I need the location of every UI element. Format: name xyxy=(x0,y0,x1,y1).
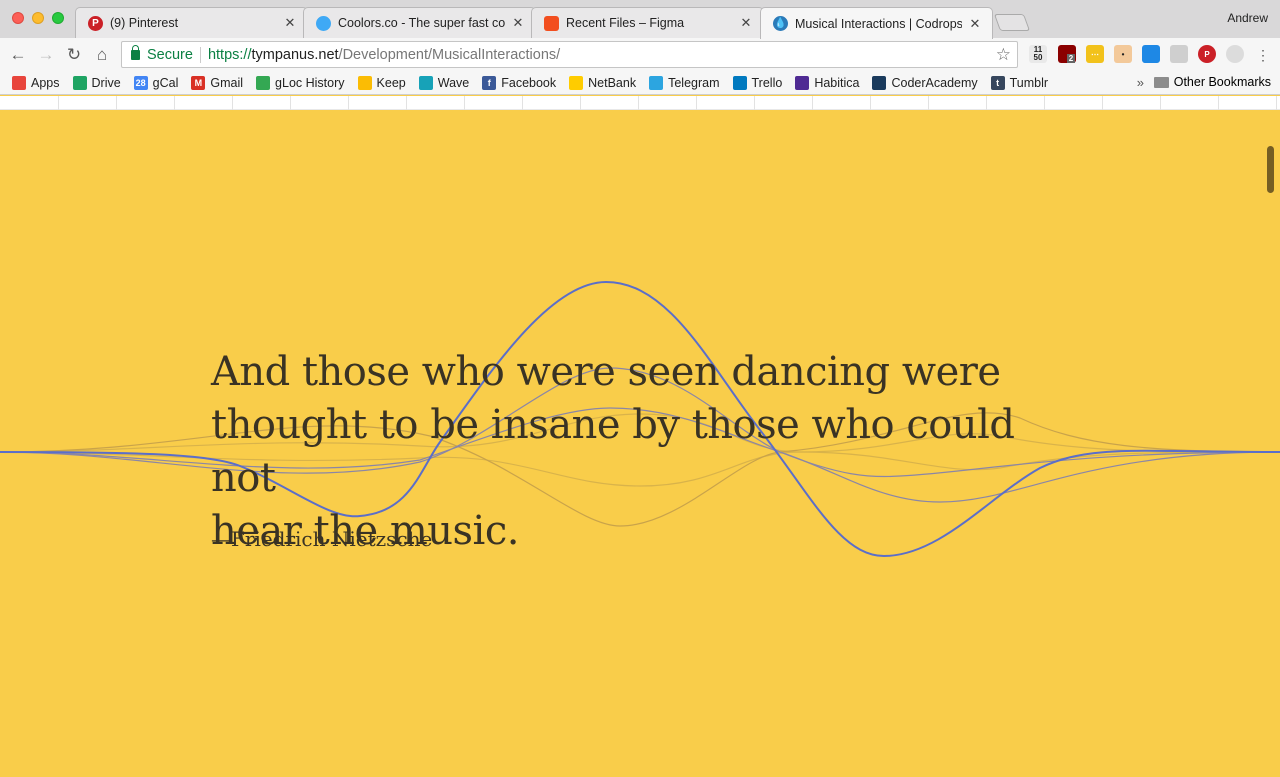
gmail-icon: M xyxy=(191,75,206,90)
bookmark-gcal[interactable]: 28 gCal xyxy=(133,75,179,90)
tab-label: Recent Files – Figma xyxy=(566,16,685,30)
coolors-icon xyxy=(316,15,331,31)
address-separator xyxy=(199,46,201,63)
maximize-window-button[interactable] xyxy=(52,12,64,24)
bookmarks-bar: Apps Drive 28 gCal M Gmail gLoc History Keep Wav… xyxy=(0,71,1280,95)
tab-label: Musical Interactions | Codrops xyxy=(795,16,962,31)
tab-figma[interactable]: Recent Files – Figma ✕ xyxy=(531,7,764,38)
coderacademy-icon xyxy=(872,75,887,90)
pinterest-extension-icon[interactable]: P xyxy=(1198,45,1216,63)
date-bottom: 50 xyxy=(1033,53,1043,62)
habitica-icon xyxy=(795,75,810,90)
bookmark-label: Keep xyxy=(376,75,406,90)
apps-grid-icon xyxy=(12,75,26,90)
url-protocol: https:// xyxy=(207,46,252,63)
tab-close-icon[interactable]: ✕ xyxy=(968,16,982,32)
bookmark-gloc-history[interactable]: gLoc History xyxy=(256,75,345,90)
bookmark-habitica[interactable]: Habitica xyxy=(795,75,860,90)
bookmark-label: gLoc History xyxy=(275,75,345,90)
new-tab-button[interactable] xyxy=(993,14,1031,31)
cloud-extension-icon[interactable] xyxy=(1170,45,1188,63)
tab-pinterest[interactable]: P (9) Pinterest ✕ xyxy=(75,7,308,38)
bookmark-telegram[interactable]: Telegram xyxy=(649,75,720,90)
bookmark-label: gCal xyxy=(152,75,179,90)
bookmark-label: Gmail xyxy=(210,75,244,90)
quote-line: thought to be insane by those who could … xyxy=(211,402,1015,501)
date-extension-icon[interactable]: 11 50 xyxy=(1029,45,1047,63)
menu-kebab-icon[interactable]: ⋮ xyxy=(1252,44,1274,66)
tumblr-icon: t xyxy=(990,75,1005,90)
tab-close-icon[interactable]: ✕ xyxy=(283,15,297,31)
netbank-icon xyxy=(569,75,584,90)
facebook-icon: f xyxy=(482,75,497,90)
tab-label: (9) Pinterest xyxy=(110,16,179,30)
minimize-window-button[interactable] xyxy=(32,12,44,24)
bookmark-label: Drive xyxy=(91,75,121,90)
bookmark-star-icon[interactable]: ☆ xyxy=(996,45,1011,65)
folder-icon xyxy=(1153,76,1169,88)
trello-icon xyxy=(732,75,747,90)
secure-label: Secure xyxy=(147,46,193,63)
bookmark-label: Trello xyxy=(751,75,783,90)
quote-line: And those who were seen dancing were xyxy=(211,349,1001,395)
tab-close-icon[interactable]: ✕ xyxy=(739,15,753,31)
profile-name[interactable]: Andrew xyxy=(1227,11,1268,25)
home-icon[interactable]: ⌂ xyxy=(91,44,113,66)
lock-icon xyxy=(131,44,140,60)
bookmark-coderacademy[interactable]: CoderAcademy xyxy=(872,75,978,90)
codrops-icon: 💧 xyxy=(773,16,788,31)
url-path: /Development/MusicalInteractions/ xyxy=(338,46,561,63)
bookmark-netbank[interactable]: NetBank xyxy=(569,75,637,90)
bookmark-tumblr[interactable]: t Tumblr xyxy=(990,75,1049,90)
bookmark-label: Habitica xyxy=(814,75,860,90)
bookmark-keep[interactable]: Keep xyxy=(357,75,406,90)
bookmark-label: Facebook xyxy=(501,75,557,90)
tab-coolors[interactable]: Coolors.co - The super fast color scheme… xyxy=(303,7,536,38)
forward-arrow-icon[interactable]: → xyxy=(35,44,57,66)
window-extension-icon[interactable] xyxy=(1142,45,1160,63)
tab-strip: P (9) Pinterest ✕ Coolors.co - The super… xyxy=(0,0,1280,39)
more-bookmarks-chevron-icon[interactable]: » xyxy=(1137,75,1144,90)
close-window-button[interactable] xyxy=(12,12,24,24)
quote-author: —Friedrich Nietzsche xyxy=(211,527,433,551)
google-keep-icon xyxy=(357,75,372,90)
extension-yellow-icon[interactable]: ⋯ xyxy=(1086,45,1104,63)
page-scrollbar[interactable] xyxy=(1267,146,1274,193)
figma-icon xyxy=(544,15,559,31)
bookmark-facebook[interactable]: f Facebook xyxy=(482,75,557,90)
url-host: tympanus.net xyxy=(251,46,339,63)
navigation-toolbar: ← → ↻ ⌂ Secure https:// tympanus.net /De… xyxy=(0,38,1280,71)
back-arrow-icon[interactable]: ← xyxy=(7,44,29,66)
bookmark-apps[interactable]: Apps xyxy=(12,75,60,90)
ublock-count: 2 xyxy=(1066,53,1076,63)
extension-grey-icon[interactable] xyxy=(1226,45,1244,63)
telegram-icon xyxy=(649,75,664,90)
bookmark-label: Tumblr xyxy=(1009,75,1049,90)
wave-icon xyxy=(418,75,433,90)
google-calendar-icon: 28 xyxy=(133,75,148,90)
reload-icon[interactable]: ↻ xyxy=(63,44,85,66)
google-drive-icon xyxy=(72,75,87,90)
emoji-extension-icon[interactable]: • xyxy=(1114,45,1132,63)
google-maps-icon xyxy=(256,75,271,90)
tab-close-icon[interactable]: ✕ xyxy=(511,15,525,31)
tab-musical-interactions[interactable]: 💧 Musical Interactions | Codrops ✕ xyxy=(760,7,993,39)
bookmark-gmail[interactable]: M Gmail xyxy=(191,75,244,90)
tab-label: Coolors.co - The super fast color scheme… xyxy=(338,16,505,30)
bookmark-label: Apps xyxy=(31,75,60,90)
bookmark-drive[interactable]: Drive xyxy=(72,75,121,90)
ublock-extension-icon[interactable]: 2 xyxy=(1058,45,1076,63)
bookmark-label: CoderAcademy xyxy=(891,75,978,90)
pinterest-icon: P xyxy=(88,15,103,31)
page-content: And those who were seen dancing were tho… xyxy=(0,96,1280,777)
bookmark-wave[interactable]: Wave xyxy=(418,75,470,90)
other-bookmarks-folder[interactable]: Other Bookmarks xyxy=(1153,75,1271,89)
other-bookmarks-label: Other Bookmarks xyxy=(1173,75,1271,89)
bookmark-label: NetBank xyxy=(588,75,637,90)
browser-window: P (9) Pinterest ✕ Coolors.co - The super… xyxy=(0,0,1280,777)
address-bar[interactable]: Secure https:// tympanus.net /Developmen… xyxy=(121,41,1018,68)
bookmark-trello[interactable]: Trello xyxy=(732,75,783,90)
bookmark-label: Wave xyxy=(437,75,470,90)
bookmark-label: Telegram xyxy=(668,75,720,90)
